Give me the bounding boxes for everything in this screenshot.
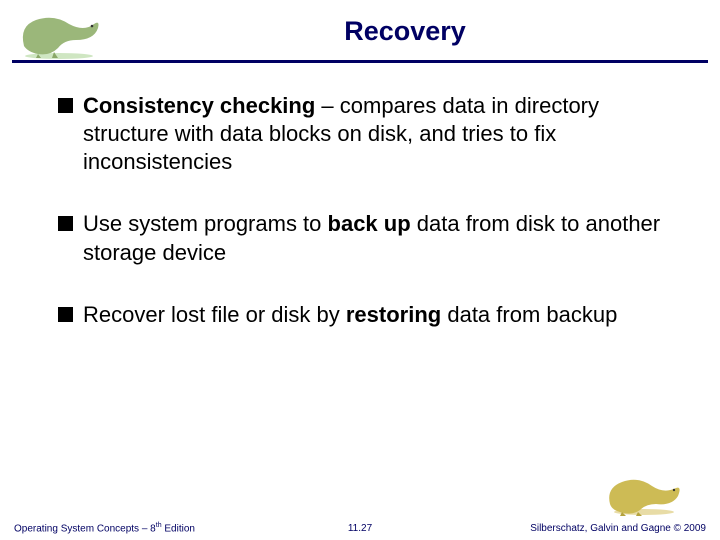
bullet-item: Consistency checking – compares data in …	[58, 92, 680, 176]
title-rule	[12, 60, 708, 63]
slide: Recovery Consistency checking – compares…	[0, 0, 720, 540]
bullet-text: Use system programs to back up data from…	[83, 210, 680, 266]
slide-title: Recovery	[120, 16, 690, 47]
footer: Operating System Concepts – 8th Edition …	[0, 514, 720, 540]
footer-right: Silberschatz, Galvin and Gagne © 2009	[530, 523, 706, 534]
dinosaur-bottom-icon	[604, 470, 684, 516]
content-area: Consistency checking – compares data in …	[58, 92, 680, 363]
bullet-item: Use system programs to back up data from…	[58, 210, 680, 266]
header: Recovery	[0, 0, 720, 66]
bullet-text: Consistency checking – compares data in …	[83, 92, 680, 176]
bullet-text: Recover lost file or disk by restoring d…	[83, 301, 617, 329]
bullet-marker-icon	[58, 307, 73, 322]
dinosaur-top-icon	[14, 6, 104, 60]
bullet-item: Recover lost file or disk by restoring d…	[58, 301, 680, 329]
bullet-marker-icon	[58, 216, 73, 231]
bullet-marker-icon	[58, 98, 73, 113]
